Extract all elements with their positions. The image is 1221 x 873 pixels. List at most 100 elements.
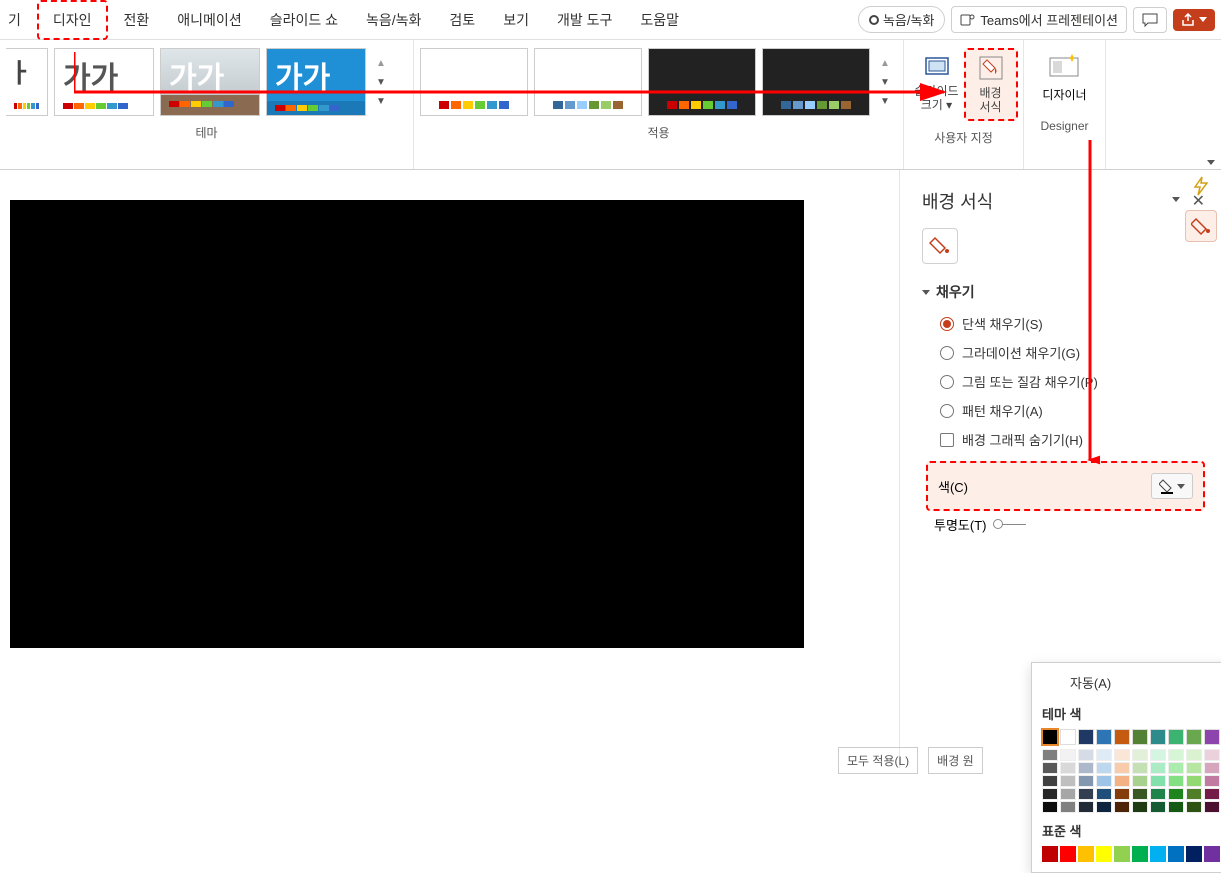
color-swatch[interactable] bbox=[1042, 749, 1058, 761]
color-swatch[interactable] bbox=[1060, 729, 1076, 745]
color-swatch[interactable] bbox=[1132, 846, 1148, 862]
color-swatch[interactable] bbox=[1060, 846, 1076, 862]
color-swatch[interactable] bbox=[1168, 775, 1184, 787]
color-swatch[interactable] bbox=[1204, 775, 1220, 787]
color-swatch[interactable] bbox=[1204, 729, 1220, 745]
designer-side-button[interactable] bbox=[1185, 170, 1217, 202]
tab-developer[interactable]: 개발 도구 bbox=[543, 2, 626, 38]
color-swatch[interactable] bbox=[1042, 801, 1058, 813]
theme-thumb-0[interactable]: ㅏ bbox=[6, 48, 48, 116]
apply-all-button[interactable]: 모두 적용(L) bbox=[838, 747, 918, 774]
color-swatch[interactable] bbox=[1186, 762, 1202, 774]
color-swatch[interactable] bbox=[1150, 846, 1166, 862]
gradient-fill-radio[interactable] bbox=[940, 346, 954, 360]
color-swatch[interactable] bbox=[1168, 729, 1184, 745]
tab-view[interactable]: 보기 bbox=[489, 2, 543, 38]
color-swatch[interactable] bbox=[1132, 775, 1148, 787]
tab-record[interactable]: 녹음/녹화 bbox=[352, 2, 435, 38]
color-swatch[interactable] bbox=[1096, 775, 1112, 787]
color-swatch[interactable] bbox=[1204, 788, 1220, 800]
tab-animations[interactable]: 애니메이션 bbox=[163, 2, 255, 38]
color-swatch[interactable] bbox=[1060, 749, 1076, 761]
pane-options-button[interactable] bbox=[1172, 197, 1180, 202]
color-swatch[interactable] bbox=[1114, 846, 1130, 862]
format-pane-side-button[interactable] bbox=[1185, 210, 1217, 242]
transparency-slider[interactable] bbox=[996, 524, 1026, 525]
hide-bg-graphics-option[interactable]: 배경 그래픽 숨기기(H) bbox=[940, 430, 1205, 449]
color-swatch[interactable] bbox=[1204, 762, 1220, 774]
color-swatch[interactable] bbox=[1096, 846, 1112, 862]
variant-thumb-3[interactable] bbox=[648, 48, 756, 116]
tab-review[interactable]: 검토 bbox=[435, 2, 489, 38]
color-swatch[interactable] bbox=[1150, 788, 1166, 800]
color-swatch[interactable] bbox=[1186, 788, 1202, 800]
color-swatch[interactable] bbox=[1078, 749, 1094, 761]
ribbon-collapse-button[interactable] bbox=[1207, 160, 1215, 165]
solid-fill-option[interactable]: 단색 채우기(S) bbox=[940, 314, 1205, 333]
color-swatch[interactable] bbox=[1168, 749, 1184, 761]
color-swatch[interactable] bbox=[1096, 762, 1112, 774]
color-swatch[interactable] bbox=[1042, 775, 1058, 787]
theme-thumb-3[interactable]: 가가 bbox=[266, 48, 366, 116]
color-swatch[interactable] bbox=[1042, 729, 1058, 745]
color-swatch[interactable] bbox=[1042, 762, 1058, 774]
color-swatch[interactable] bbox=[1186, 801, 1202, 813]
picture-fill-option[interactable]: 그림 또는 질감 채우기(P) bbox=[940, 372, 1205, 391]
tab-transitions[interactable]: 전환 bbox=[110, 2, 164, 38]
color-swatch[interactable] bbox=[1150, 729, 1166, 745]
color-swatch[interactable] bbox=[1096, 749, 1112, 761]
color-swatch[interactable] bbox=[1204, 749, 1220, 761]
color-swatch[interactable] bbox=[1078, 846, 1094, 862]
color-swatch[interactable] bbox=[1150, 775, 1166, 787]
color-picker-button[interactable] bbox=[1151, 473, 1193, 499]
color-swatch[interactable] bbox=[1168, 846, 1184, 862]
color-swatch[interactable] bbox=[1186, 729, 1202, 745]
pattern-fill-radio[interactable] bbox=[940, 404, 954, 418]
tab-slideshow[interactable]: 슬라이드 쇼 bbox=[256, 2, 352, 38]
teams-present-button[interactable]: Teams에서 프레젠테이션 bbox=[951, 6, 1127, 33]
format-background-button[interactable]: 배경 서식 bbox=[964, 48, 1018, 121]
gradient-fill-option[interactable]: 그라데이션 채우기(G) bbox=[940, 343, 1205, 362]
color-swatch[interactable] bbox=[1096, 801, 1112, 813]
color-swatch[interactable] bbox=[1078, 729, 1094, 745]
hide-bg-checkbox[interactable] bbox=[940, 433, 954, 447]
color-swatch[interactable] bbox=[1060, 762, 1076, 774]
color-swatch[interactable] bbox=[1132, 788, 1148, 800]
color-swatch[interactable] bbox=[1132, 749, 1148, 761]
color-swatch[interactable] bbox=[1042, 846, 1058, 862]
color-swatch[interactable] bbox=[1060, 788, 1076, 800]
color-swatch[interactable] bbox=[1114, 729, 1130, 745]
color-swatch[interactable] bbox=[1132, 762, 1148, 774]
color-swatch[interactable] bbox=[1186, 749, 1202, 761]
color-swatch[interactable] bbox=[1168, 788, 1184, 800]
color-swatch[interactable] bbox=[1204, 846, 1220, 862]
color-swatch[interactable] bbox=[1168, 801, 1184, 813]
tab-design[interactable]: 디자인 bbox=[37, 0, 108, 40]
color-swatch[interactable] bbox=[1078, 775, 1094, 787]
share-button[interactable] bbox=[1173, 9, 1215, 31]
color-swatch[interactable] bbox=[1132, 729, 1148, 745]
color-swatch[interactable] bbox=[1150, 749, 1166, 761]
color-swatch[interactable] bbox=[1078, 801, 1094, 813]
color-swatch[interactable] bbox=[1114, 775, 1130, 787]
theme-thumb-2[interactable]: 가가 bbox=[160, 48, 260, 116]
variant-thumb-4[interactable] bbox=[762, 48, 870, 116]
color-swatch[interactable] bbox=[1186, 846, 1202, 862]
color-swatch[interactable] bbox=[1096, 788, 1112, 800]
picture-fill-radio[interactable] bbox=[940, 375, 954, 389]
solid-fill-radio[interactable] bbox=[940, 317, 954, 331]
fill-section-header[interactable]: 채우기 bbox=[922, 282, 1205, 302]
color-swatch[interactable] bbox=[1114, 801, 1130, 813]
color-swatch[interactable] bbox=[1204, 801, 1220, 813]
color-swatch[interactable] bbox=[1078, 788, 1094, 800]
color-swatch[interactable] bbox=[1132, 801, 1148, 813]
color-swatch[interactable] bbox=[1096, 729, 1112, 745]
color-swatch[interactable] bbox=[1114, 762, 1130, 774]
pattern-fill-option[interactable]: 패턴 채우기(A) bbox=[940, 401, 1205, 420]
color-swatch[interactable] bbox=[1150, 801, 1166, 813]
color-swatch[interactable] bbox=[1042, 788, 1058, 800]
color-swatch[interactable] bbox=[1114, 749, 1130, 761]
color-swatch[interactable] bbox=[1168, 762, 1184, 774]
reset-background-button[interactable]: 배경 원 bbox=[928, 747, 982, 774]
slide[interactable] bbox=[10, 200, 804, 648]
